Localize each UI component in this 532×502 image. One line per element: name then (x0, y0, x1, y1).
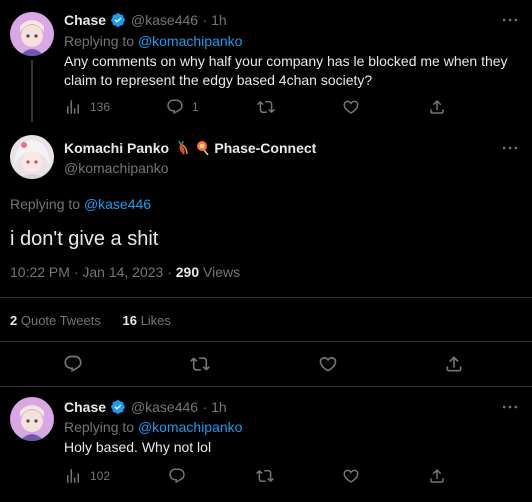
chili-emoji-icon (178, 140, 189, 155)
more-icon[interactable] (500, 138, 520, 158)
tweet-timestamp: 10:22 PM · Jan 14, 2023 · 290 Views (10, 264, 240, 280)
replying-to-link[interactable]: @kase446 (84, 196, 151, 212)
views-count: 290 (175, 264, 200, 280)
replying-to: Replying to @komachipanko (64, 33, 242, 49)
replying-to: Replying to @komachipanko (64, 419, 242, 435)
avatar-chase[interactable] (10, 12, 54, 56)
verified-badge-icon (111, 400, 126, 414)
replying-prefix: Replying to (64, 33, 135, 49)
author-name[interactable]: Komachi Panko (64, 140, 169, 156)
retweet-icon (256, 469, 274, 483)
retweet-button[interactable] (257, 98, 275, 116)
like-icon (319, 356, 337, 372)
author-handle[interactable]: @komachipanko (64, 160, 169, 176)
retweet-icon (257, 100, 275, 114)
retweet-button[interactable] (190, 354, 210, 374)
avatar-komachi[interactable] (10, 135, 54, 179)
tweet-header: Komachi Panko Phase-Connect (64, 140, 316, 158)
views-count: 102 (90, 469, 111, 483)
views-icon (67, 100, 79, 114)
retweet-button[interactable] (256, 467, 274, 485)
timestamp-text[interactable]: 10:22 PM · Jan 14, 2023 · (10, 264, 176, 280)
replying-to: Replying to @kase446 (10, 196, 151, 212)
like-icon (343, 469, 359, 483)
replying-prefix: Replying to (10, 196, 81, 212)
like-button[interactable] (342, 98, 360, 116)
tweet-time[interactable]: · 1h (203, 399, 227, 415)
tweet-time[interactable]: · 1h (203, 12, 227, 28)
replying-to-link[interactable]: @komachipanko (138, 419, 243, 435)
author-handle[interactable]: @kase446 (131, 399, 198, 415)
author-name-suffix: Phase-Connect (214, 140, 317, 156)
more-icon[interactable] (500, 10, 520, 30)
views-button[interactable]: 102 (64, 467, 110, 485)
author-name[interactable]: Chase (64, 399, 106, 415)
reply-button[interactable]: 1 (166, 98, 199, 116)
thread-line (31, 60, 33, 122)
like-icon (343, 100, 359, 114)
share-icon (430, 99, 444, 114)
lollipop-emoji-icon (196, 141, 209, 156)
tweet-header: Chase @kase446 · 1h (64, 12, 227, 30)
reply-count: 1 (192, 100, 199, 114)
reply-button[interactable] (168, 467, 186, 485)
share-button[interactable] (428, 467, 446, 485)
divider (0, 297, 532, 298)
share-icon (430, 468, 444, 483)
share-button[interactable] (428, 98, 446, 116)
tweet-stats: 2 Quote Tweets 16 Likes (10, 313, 171, 328)
retweet-icon (190, 357, 210, 371)
quote-count: 2 (10, 313, 18, 328)
more-icon[interactable] (500, 397, 520, 417)
tweet-text-line: claim to represent the edgy based 4chan … (64, 72, 373, 88)
reply-icon (64, 355, 82, 373)
like-button[interactable] (342, 467, 360, 485)
replying-to-link[interactable]: @komachipanko (138, 33, 243, 49)
views-count: 136 (90, 100, 111, 114)
likes-count: 16 (122, 313, 137, 328)
reply-icon (169, 468, 185, 484)
tweet-text: Holy based. Why not lol (64, 439, 212, 455)
views-icon (67, 469, 79, 483)
tweet-text-line: Any comments on why half your company ha… (64, 53, 508, 69)
views-button[interactable]: 136 (64, 98, 110, 116)
author-name[interactable]: Chase (64, 12, 106, 28)
likes-link[interactable]: 16 Likes (122, 313, 170, 328)
divider (0, 341, 532, 342)
avatar-chase[interactable] (10, 397, 54, 441)
quote-label: Quote Tweets (20, 313, 101, 328)
main-tweet-text: i don't give a shit (10, 228, 159, 250)
share-button[interactable] (444, 354, 464, 374)
like-button[interactable] (318, 354, 338, 374)
likes-label: Likes (140, 313, 171, 328)
views-label: Views (199, 264, 241, 280)
reply-icon (167, 99, 183, 115)
author-handle[interactable]: @kase446 (131, 12, 198, 28)
divider (0, 386, 532, 387)
reply-button[interactable] (63, 354, 83, 374)
share-icon (446, 356, 462, 372)
verified-badge-icon (111, 13, 126, 27)
tweet-text: Any comments on why half your company ha… (64, 52, 524, 90)
quote-tweets-link[interactable]: 2 Quote Tweets (10, 313, 104, 328)
tweet-header: Chase @kase446 · 1h (64, 399, 227, 417)
replying-prefix: Replying to (64, 419, 135, 435)
